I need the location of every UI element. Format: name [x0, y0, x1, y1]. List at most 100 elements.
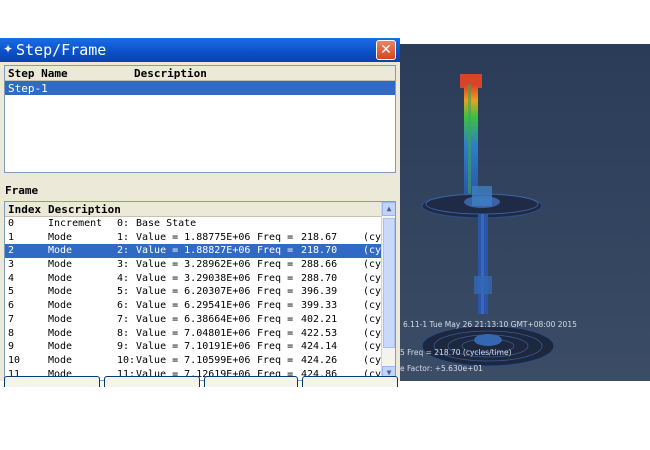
close-button[interactable]: ✕: [376, 40, 396, 60]
frame-cell-type: Mode: [48, 327, 73, 339]
frame-cell-num: 1:: [117, 231, 130, 243]
scrollbar-thumb[interactable]: [383, 218, 395, 348]
frame-cell-value: Value = 6.20307E+06: [136, 286, 251, 298]
frame-cell-num: 10:: [117, 354, 136, 366]
frame-row[interactable]: 6 Mode 6: Value = 6.29541E+06 Freq = 399.33 (c…: [5, 299, 387, 313]
frame-cell-num: 7:: [117, 313, 130, 325]
column-header-description[interactable]: Description: [48, 203, 121, 216]
step-row-selected[interactable]: Step-1: [5, 81, 395, 95]
frame-cell-num: 6:: [117, 300, 130, 312]
frame-section-label: Frame: [5, 184, 39, 197]
frame-cell-freq-label: Freq =: [257, 286, 294, 298]
frame-cell-index: 8: [8, 327, 15, 339]
frame-cell-freq: 422.53: [301, 327, 338, 339]
frame-cell-type: Increment: [48, 218, 103, 229]
frame-cell-num: 8:: [117, 327, 130, 339]
step-name-cell: Step-1: [8, 82, 48, 95]
frame-cell-num: 3:: [117, 259, 130, 271]
frame-cell-index: 0: [8, 218, 15, 229]
frame-row[interactable]: 10 Mode 10: Value = 7.10599E+06 Freq = 424.26…: [5, 354, 387, 368]
frame-row[interactable]: 8 Mode 8: Value = 7.04801E+06 Freq = 422.53 (c…: [5, 327, 387, 341]
frame-cell-freq-label: Freq =: [257, 354, 294, 366]
frame-row[interactable]: 4 Mode 4: Value = 3.29038E+06 Freq = 288.70 (c…: [5, 272, 387, 286]
frame-table-header: Index Description: [5, 202, 381, 217]
frame-cell-freq-label: Freq =: [257, 300, 294, 312]
mode-shape-render: [421, 74, 555, 367]
ok-button[interactable]: [4, 376, 100, 387]
frame-row[interactable]: 9 Mode 9: Value = 7.10191E+06 Freq = 424.14 (c…: [5, 340, 387, 354]
frame-cell-value: Value = 6.38664E+06: [136, 313, 251, 325]
frame-cell-num: 4:: [117, 272, 130, 284]
frame-cell-index: 6: [8, 300, 15, 312]
frame-cell-type: Mode: [48, 354, 73, 366]
frame-cell-value: Base State: [136, 218, 197, 229]
frame-cell-index: 9: [8, 341, 15, 353]
frame-cell-value: Value = 3.29038E+06: [136, 272, 251, 284]
frame-cell-freq: 399.33: [301, 300, 338, 312]
frame-cell-type: Mode: [48, 245, 73, 257]
frame-cell-value: Value = 6.29541E+06: [136, 300, 251, 312]
frame-row[interactable]: 7 Mode 7: Value = 6.38664E+06 Freq = 402.21 (c…: [5, 313, 387, 327]
vertical-scrollbar[interactable]: ▲ ▼: [381, 202, 395, 380]
frame-cell-type: Mode: [48, 341, 73, 353]
frame-cell-value: Value = 7.04801E+06: [136, 327, 251, 339]
frame-row[interactable]: 0 Increment 0: Base State: [5, 217, 381, 231]
step-frame-dialog: ✦ Step/Frame ✕ Step Name Description Ste…: [0, 38, 400, 381]
frame-cell-freq: 396.39: [301, 286, 338, 298]
frame-cell-freq: 218.70: [301, 245, 338, 257]
pin-icon: ✦: [3, 42, 14, 56]
frame-cell-value: Value = 1.88775E+06: [136, 231, 251, 243]
step-table: Step Name Description Step-1: [4, 65, 396, 173]
viewport-info-line: 6.11-1 Tue May 26 21:13:10 GMT+08:00 201…: [403, 320, 577, 329]
frame-cell-freq-label: Freq =: [257, 327, 294, 339]
frame-cell-type: Mode: [48, 300, 73, 312]
viewport-factor-line: e Factor: +5.630e+01: [400, 364, 483, 373]
frame-cell-freq: 402.21: [301, 313, 338, 325]
column-header-step-name[interactable]: Step Name: [8, 67, 68, 80]
frame-cell-freq-label: Freq =: [257, 341, 294, 353]
frame-row-selected[interactable]: 2 Mode 2: Value = 1.88827E+06 Freq = 218.70 (c…: [5, 244, 387, 259]
frame-cell-num: 9:: [117, 341, 130, 353]
frame-cell-freq: 424.14: [301, 341, 338, 353]
cancel-button[interactable]: [302, 376, 398, 387]
frame-cell-num: 0:: [117, 218, 130, 229]
frame-cell-index: 4: [8, 272, 15, 284]
frame-cell-freq-label: Freq =: [257, 245, 294, 257]
frame-cell-index: 1: [8, 231, 15, 243]
frame-cell-type: Mode: [48, 272, 73, 284]
frame-row[interactable]: 3 Mode 3: Value = 3.28962E+06 Freq = 288.66 (c…: [5, 258, 387, 272]
model-viewport[interactable]: 6.11-1 Tue May 26 21:13:10 GMT+08:00 201…: [400, 44, 650, 381]
frame-cell-type: Mode: [48, 286, 73, 298]
frame-cell-freq: 424.26: [301, 354, 338, 366]
frame-cell-index: 3: [8, 259, 15, 271]
field-output-button[interactable]: [204, 376, 298, 387]
frame-cell-freq: 218.67: [301, 231, 338, 243]
frame-cell-value: Value = 1.88827E+06: [136, 245, 251, 257]
frame-cell-index: 7: [8, 313, 15, 325]
frame-cell-type: Mode: [48, 313, 73, 325]
column-header-index[interactable]: Index: [8, 203, 41, 216]
frame-cell-index: 10: [8, 354, 21, 366]
frame-cell-freq-label: Freq =: [257, 259, 294, 271]
frame-table: Index Description 0 Increment 0: Base State…: [4, 201, 396, 381]
frame-row[interactable]: 5 Mode 5: Value = 6.20307E+06 Freq = 396.39 (c…: [5, 285, 387, 299]
frame-cell-value: Value = 7.10599E+06: [136, 354, 251, 366]
apply-button[interactable]: [104, 376, 200, 387]
frame-cell-freq-label: Freq =: [257, 272, 294, 284]
frame-cell-index: 5: [8, 286, 15, 298]
viewport-freq-line: 5 Freq = 218.70 (cycles/time): [400, 348, 512, 357]
frame-row[interactable]: 1 Mode 1: Value = 1.88775E+06 Freq = 218.67 (c…: [5, 231, 387, 245]
column-header-description[interactable]: Description: [134, 67, 207, 80]
frame-cell-freq: 288.66: [301, 259, 338, 271]
frame-cell-type: Mode: [48, 259, 73, 271]
frame-cell-freq-label: Freq =: [257, 231, 294, 243]
frame-cell-freq-label: Freq =: [257, 313, 294, 325]
dialog-title: Step/Frame: [16, 41, 107, 59]
frame-cell-index: 2: [8, 245, 15, 257]
dialog-titlebar[interactable]: ✦ Step/Frame ✕: [0, 38, 400, 62]
scroll-up-arrow-icon[interactable]: ▲: [382, 202, 395, 216]
frame-rows: 0 Increment 0: Base State 1 Mode 1: Value = 1.8…: [5, 217, 387, 380]
step-table-header: Step Name Description: [5, 66, 395, 81]
frame-cell-num: 5:: [117, 286, 130, 298]
frame-cell-value: Value = 7.10191E+06: [136, 341, 251, 353]
